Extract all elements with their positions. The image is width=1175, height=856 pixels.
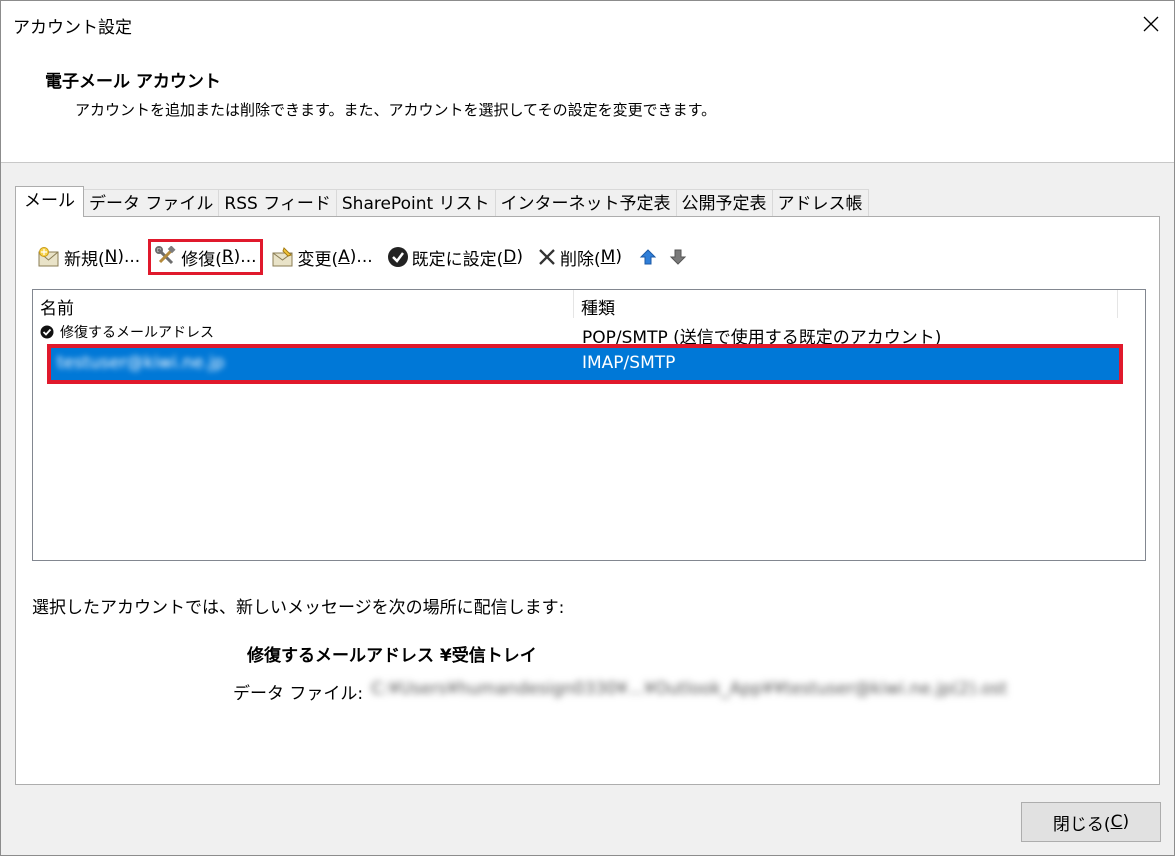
change-label: 変更( xyxy=(297,249,339,270)
new-mail-icon xyxy=(38,247,59,267)
repair-accesskey: R xyxy=(221,247,234,267)
list-header: 名前 種類 xyxy=(33,290,1118,319)
column-divider[interactable] xyxy=(573,290,574,318)
change-accesskey: A xyxy=(338,247,350,267)
new-label: 新規( xyxy=(64,249,105,270)
title-bar: アカウント設定 xyxy=(1,1,1174,49)
tab-address-books[interactable]: アドレス帳 xyxy=(771,189,869,217)
change-account-button[interactable]: 変更(A)... xyxy=(268,242,376,272)
checkmark-circle-icon xyxy=(387,247,408,267)
tab-rss-feeds[interactable]: RSS フィード xyxy=(218,189,337,217)
new-account-button[interactable]: 新規(N)... xyxy=(34,242,143,272)
set-default-button[interactable]: 既定に設定(D) xyxy=(384,242,526,272)
tab-mail[interactable]: メール xyxy=(15,186,84,217)
new-suffix: )... xyxy=(117,247,141,267)
default-check-icon xyxy=(40,325,54,339)
set-default-accesskey: D xyxy=(503,247,517,267)
data-file-row: データ ファイル: C:¥Users¥humandesign0330¥...¥O… xyxy=(233,679,1007,704)
delete-x-icon xyxy=(539,249,555,265)
account-name-cell: testuser@kiwi.ne.jp xyxy=(57,353,224,373)
delivery-description: 選択したアカウントでは、新しいメッセージを次の場所に配信します: xyxy=(32,598,565,618)
account-name-cell: 修復するメールアドレス xyxy=(40,322,214,342)
close-suffix: ) xyxy=(1122,812,1130,832)
repair-tools-icon xyxy=(155,246,176,265)
header-title: 電子メール アカウント xyxy=(45,72,221,92)
delete-label: 削除( xyxy=(560,249,601,270)
column-header-type[interactable]: 種類 xyxy=(581,294,615,319)
tab-sharepoint-lists[interactable]: SharePoint リスト xyxy=(335,189,496,217)
header-description: アカウントを追加または削除できます。また、アカウントを選択してその設定を変更でき… xyxy=(75,101,717,119)
set-default-suffix: ) xyxy=(516,247,523,267)
window-close-button[interactable] xyxy=(1128,1,1174,47)
account-toolbar: 新規(N)... 修復(R)... 変更(A)... 既定に設定(D)… xyxy=(34,239,693,275)
account-list[interactable]: 名前 種類 修復するメールアドレス POP/SMTP (送信で使用する既定のアカ… xyxy=(32,289,1146,561)
move-down-button[interactable] xyxy=(669,248,687,266)
close-label: 閉じる( xyxy=(1052,814,1111,835)
account-name: 修復するメールアドレス xyxy=(60,325,214,341)
tab-strip: メール データ ファイル RSS フィード SharePoint リスト インタ… xyxy=(15,186,1160,217)
new-accesskey: N xyxy=(104,247,118,267)
close-icon xyxy=(1143,16,1159,32)
account-type: IMAP/SMTP xyxy=(582,353,676,373)
data-file-path: C:¥Users¥humandesign0330¥...¥Outlook_App… xyxy=(371,679,1008,699)
set-default-label: 既定に設定( xyxy=(411,249,504,270)
delete-suffix: ) xyxy=(615,247,622,267)
account-settings-dialog: アカウント設定 電子メール アカウント アカウントを追加または削除できます。また… xyxy=(0,0,1175,856)
tab-published-calendars[interactable]: 公開予定表 xyxy=(675,189,773,217)
tab-data-files[interactable]: データ ファイル xyxy=(83,189,220,217)
column-header-name[interactable]: 名前 xyxy=(40,294,74,319)
close-accesskey: C xyxy=(1110,812,1123,832)
arrow-up-icon xyxy=(639,249,657,265)
data-file-label: データ ファイル: xyxy=(233,684,364,704)
repair-label: 修復( xyxy=(181,249,222,270)
change-settings-icon xyxy=(272,247,292,267)
move-up-button[interactable] xyxy=(639,248,657,266)
delivery-folder: 修復するメールアドレス ¥受信トレイ xyxy=(247,646,537,666)
mail-tab-panel: 新規(N)... 修復(R)... 変更(A)... 既定に設定(D)… xyxy=(15,216,1160,785)
change-suffix: )... xyxy=(349,247,373,267)
close-button[interactable]: 閉じる(C) xyxy=(1021,802,1161,842)
delete-accesskey: M xyxy=(600,247,616,267)
account-row-selected[interactable]: testuser@kiwi.ne.jp IMAP/SMTP xyxy=(47,344,1123,384)
account-name-blurred: kiwi.ne.jp xyxy=(143,353,225,373)
repair-account-button[interactable]: 修復(R)... xyxy=(148,239,263,275)
repair-suffix: )... xyxy=(233,247,257,267)
tab-internet-calendars[interactable]: インターネット予定表 xyxy=(494,189,677,217)
delete-account-button[interactable]: 削除(M) xyxy=(534,242,625,272)
window-title: アカウント設定 xyxy=(13,17,132,38)
arrow-down-icon xyxy=(669,249,687,265)
column-divider[interactable] xyxy=(1117,290,1118,318)
account-type: POP/SMTP (送信で使用する既定のアカウント) xyxy=(582,328,942,348)
account-name-prefix: testuser@ xyxy=(57,353,144,373)
dialog-header: 電子メール アカウント アカウントを追加または削除できます。また、アカウントを選… xyxy=(1,49,1174,163)
account-row[interactable]: 修復するメールアドレス POP/SMTP (送信で使用する既定のアカウント) xyxy=(33,320,1145,348)
